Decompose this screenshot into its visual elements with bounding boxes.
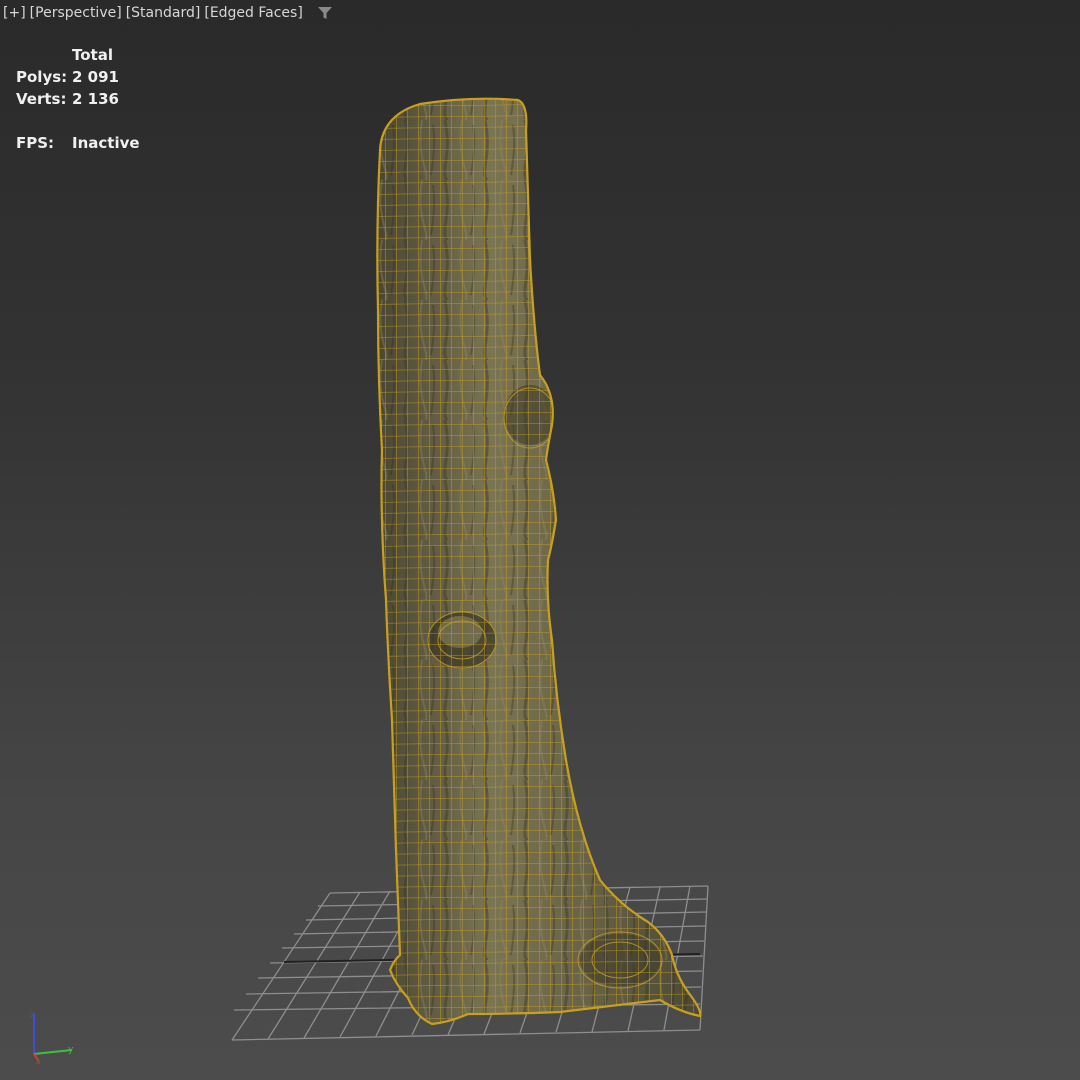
perspective-viewport[interactable]: [+] [Perspective] [Standard] [Edged Face…	[0, 0, 1080, 1080]
verts-value: 2 136	[72, 90, 119, 108]
polys-label: Polys:	[16, 68, 68, 86]
viewport-statistics: Total Polys: 2 091 Verts: 2 136 FPS: Inacti…	[16, 44, 140, 154]
stats-header: Total	[72, 46, 113, 64]
viewport-general-menu[interactable]: [+]	[2, 5, 27, 21]
viewport-pov-menu[interactable]: [Perspective]	[29, 5, 123, 21]
funnel-filter-icon[interactable]	[316, 4, 334, 22]
svg-text:z: z	[30, 1011, 35, 1021]
viewport-display-menu[interactable]: [Edged Faces]	[203, 5, 303, 21]
verts-label: Verts:	[16, 90, 67, 108]
viewport-label-bar: [+] [Perspective] [Standard] [Edged Face…	[2, 2, 334, 24]
viewport-shading-menu[interactable]: [Standard]	[125, 5, 202, 21]
fps-label: FPS:	[16, 134, 55, 152]
polys-value: 2 091	[72, 68, 119, 86]
scene-canvas[interactable]	[0, 0, 1080, 1080]
axis-gizmo-icon: z y x	[30, 1011, 74, 1066]
svg-text:x: x	[36, 1057, 41, 1066]
fps-value: Inactive	[72, 134, 140, 152]
svg-text:y: y	[68, 1045, 74, 1055]
